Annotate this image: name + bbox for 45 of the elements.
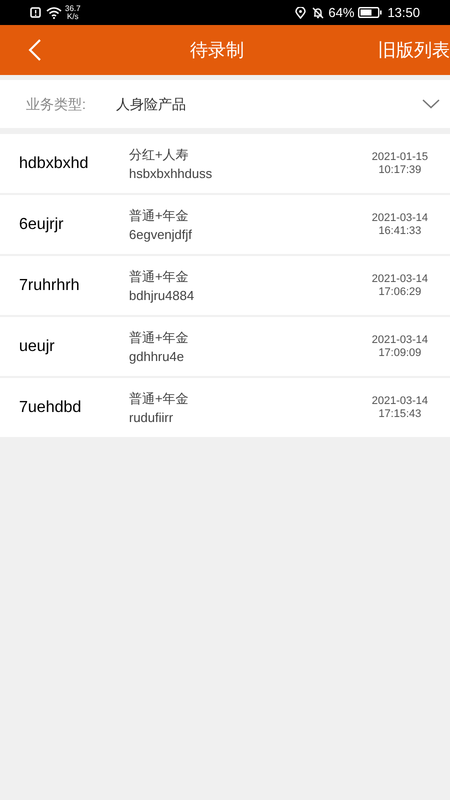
- record-type: 普通+年金: [129, 268, 190, 286]
- record-code: hsbxbxhhduss: [129, 164, 214, 182]
- record-type: 普通+年金: [129, 328, 190, 346]
- location-icon: [295, 6, 306, 18]
- record-row[interactable]: hdbxbxhd 分红+人寿 hsbxbxhhduss 2021-01-15 10:17:39: [0, 134, 450, 193]
- record-row[interactable]: 7ruhrhrh 普通+年金 bdhjru4884 2021-03-14 17:06:29: [0, 256, 450, 315]
- record-type: 普通+年金: [129, 390, 190, 408]
- record-name: 7ruhrhrh: [19, 276, 80, 296]
- record-name: 7uehdbd: [19, 398, 82, 418]
- record-time: 16:41:33: [378, 224, 422, 238]
- record-type: 普通+年金: [129, 206, 190, 224]
- record-time: 17:09:09: [378, 346, 422, 360]
- chevron-down-icon: [422, 99, 440, 109]
- record-name: hdbxbxhd: [19, 154, 90, 174]
- record-row[interactable]: 7uehdbd 普通+年金 rudufiirr 2021-03-14 17:15:43: [0, 378, 450, 437]
- clock: 13:50: [387, 4, 420, 22]
- back-icon: [28, 38, 42, 62]
- notification-icon: [30, 7, 41, 18]
- speed-unit: K/s: [67, 12, 79, 20]
- record-code: bdhjru4884: [129, 286, 196, 304]
- muted-bell-icon: [312, 6, 324, 18]
- business-type-dropdown[interactable]: 人身险产品: [116, 94, 440, 114]
- record-date: 2021-03-14: [372, 272, 428, 286]
- record-time: 10:17:39: [378, 164, 422, 176]
- filter-label: 业务类型:: [26, 94, 86, 114]
- record-time: 17:15:43: [378, 408, 422, 420]
- old-list-link[interactable]: 旧版列表: [378, 36, 450, 64]
- network-speed: 36.7: [65, 4, 81, 12]
- record-row[interactable]: ueujr 普通+年金 gdhhru4e 2021-03-14 17:09:09: [0, 317, 450, 376]
- record-code: 6egvenjdfjf: [129, 226, 193, 244]
- page-title: 待录制: [190, 38, 244, 62]
- record-time: 17:06:29: [378, 286, 422, 298]
- record-date: 2021-03-14: [372, 334, 428, 346]
- record-date: 2021-03-14: [372, 212, 428, 224]
- record-code: rudufiirr: [129, 408, 174, 426]
- wifi-icon: [46, 6, 62, 18]
- record-date: 2021-03-14: [372, 394, 428, 408]
- record-type: 分红+人寿: [129, 146, 190, 164]
- record-name: 6eujrjr: [19, 214, 64, 234]
- record-name: ueujr: [19, 336, 56, 356]
- record-row[interactable]: 6eujrjr 普通+年金 6egvenjdfjf 2021-03-14 16:41:33: [0, 195, 450, 254]
- record-code: gdhhru4e: [129, 348, 185, 366]
- record-date: 2021-01-15: [372, 150, 428, 164]
- battery-icon: [358, 7, 382, 18]
- battery-percent: 64%: [328, 4, 354, 22]
